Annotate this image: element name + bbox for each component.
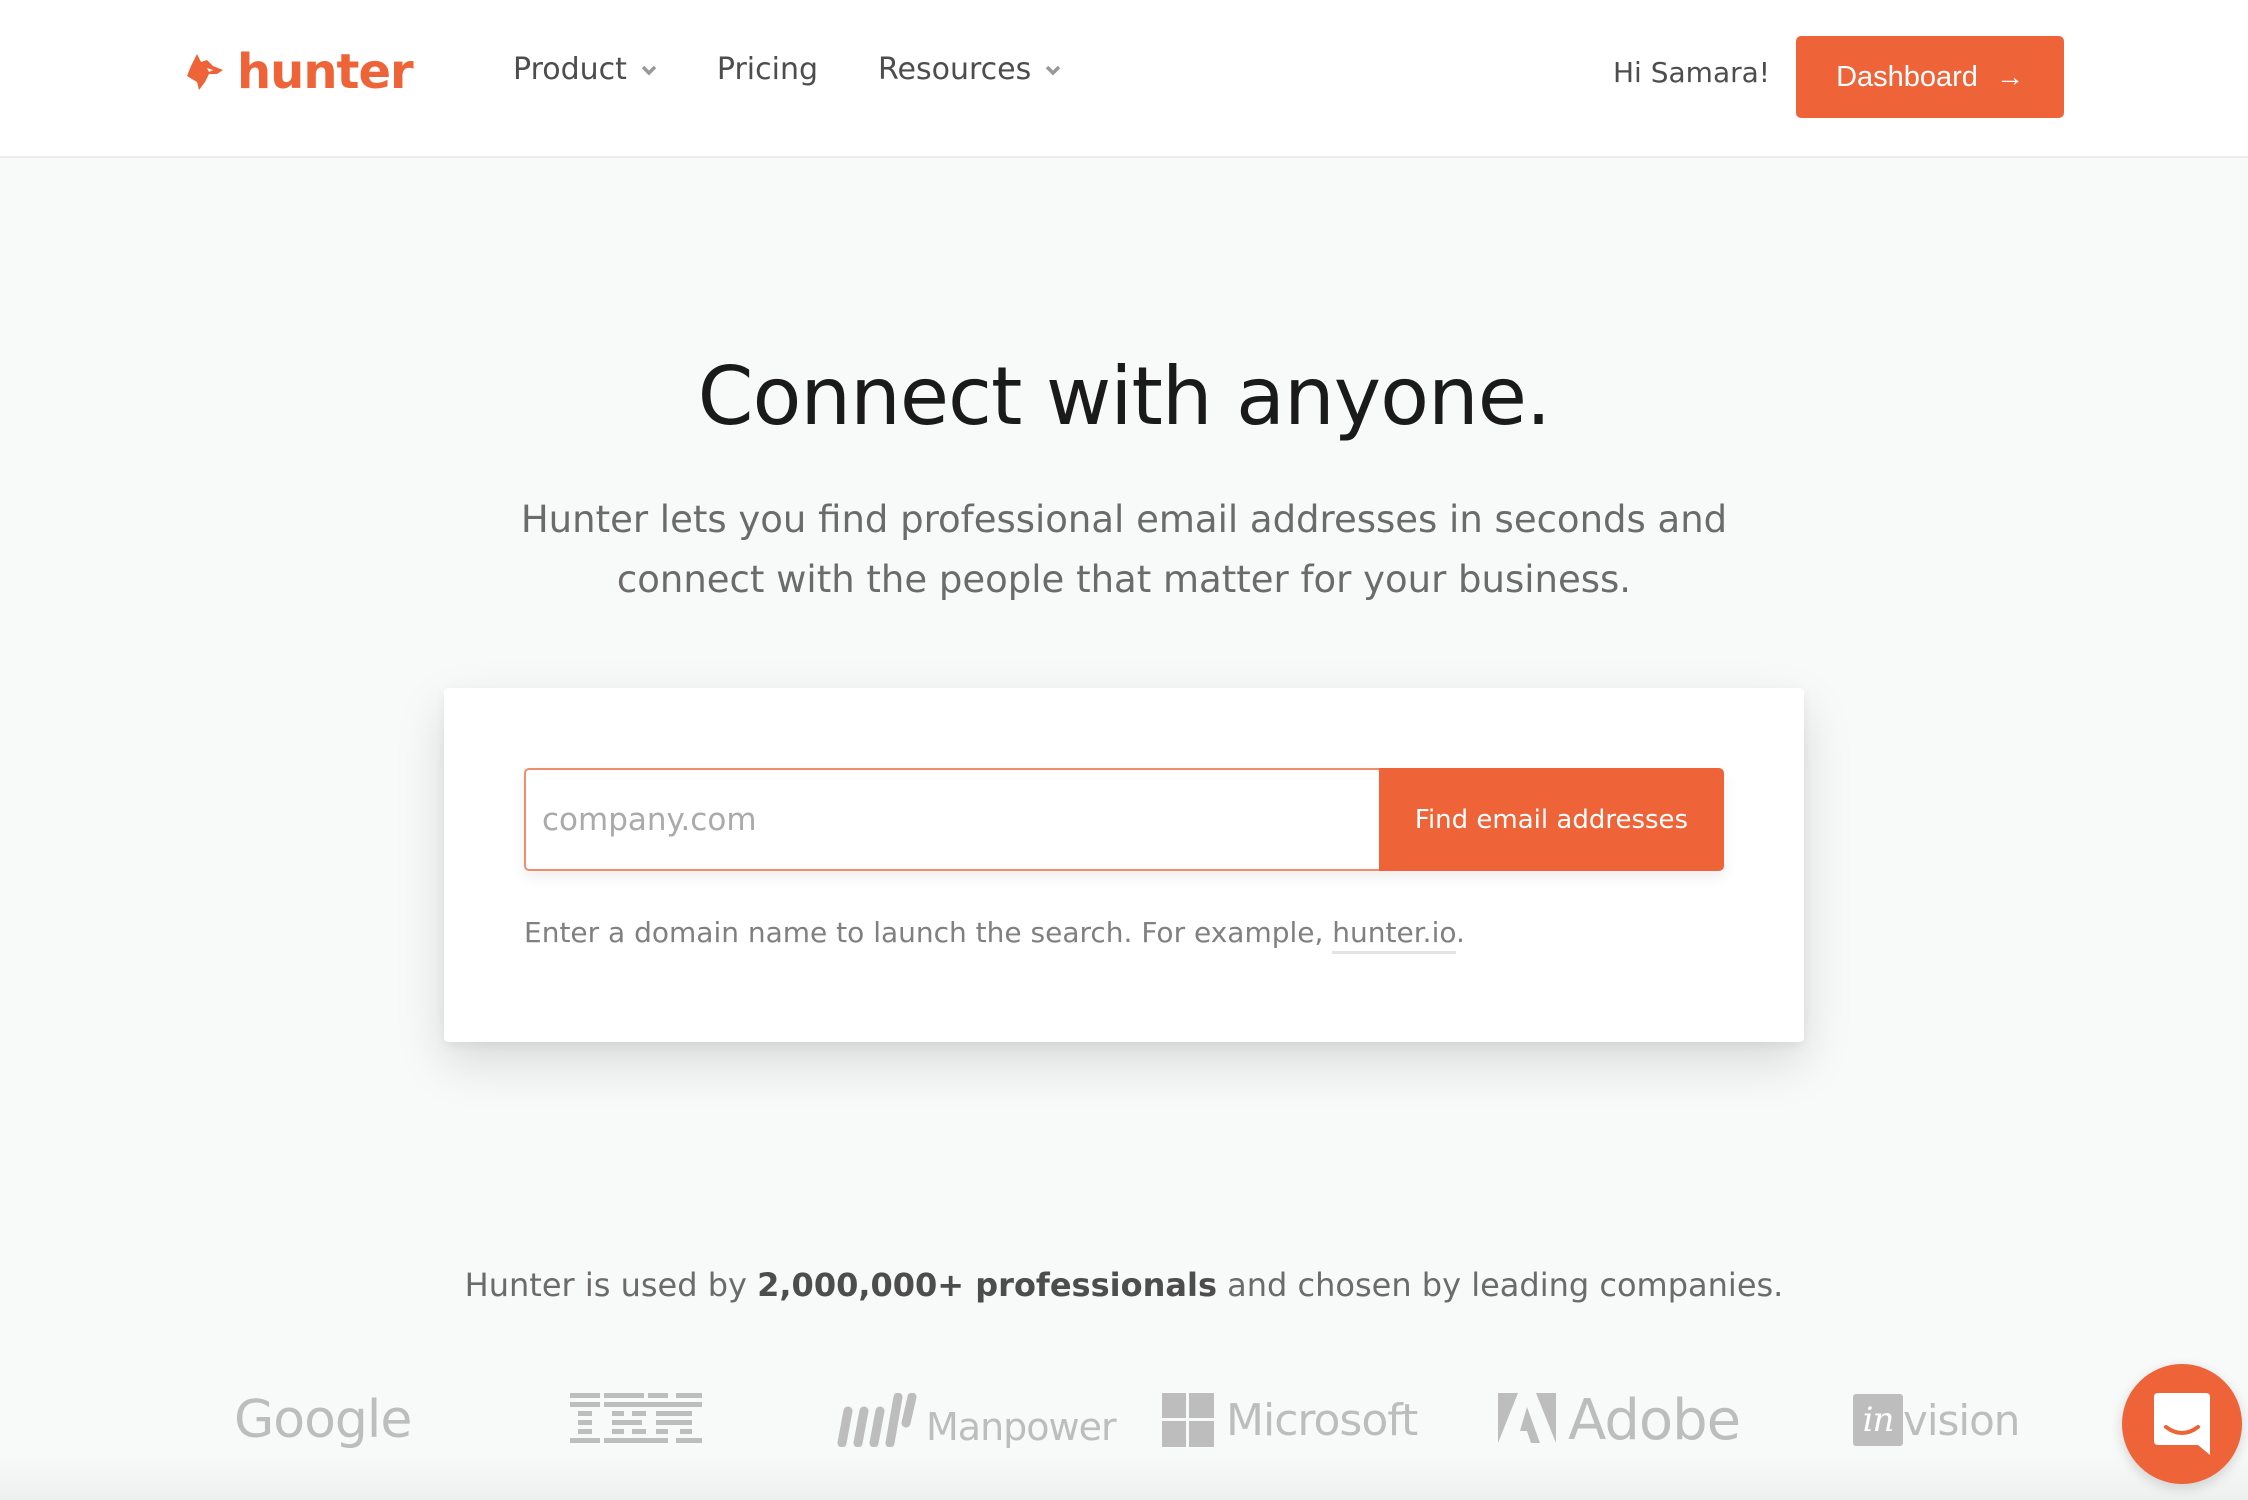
trust-prefix: Hunter is used by: [464, 1266, 758, 1304]
nav-links: Product Pricing Resources: [513, 52, 1121, 87]
search-hint: Enter a domain name to launch the search…: [524, 916, 1465, 954]
nav-pricing[interactable]: Pricing: [717, 52, 818, 87]
chevron-down-icon: [1046, 65, 1061, 75]
dashboard-label: Dashboard: [1836, 60, 1978, 93]
microsoft-logo: Microsoft: [1162, 1385, 1418, 1455]
company-logos: Google Manpower Microsoft Adobe in visio…: [0, 1385, 2248, 1455]
google-logo: Google: [234, 1385, 412, 1455]
example-domain-link[interactable]: hunter.io: [1332, 916, 1456, 954]
manpower-logo-text: Manpower: [926, 1405, 1117, 1449]
trust-statement: Hunter is used by 2,000,000+ professiona…: [0, 1266, 2248, 1304]
invision-logo-text: vision: [1903, 1395, 2020, 1445]
manpower-logo: Manpower: [830, 1385, 1117, 1455]
hero-subtitle-line2: connect with the people that matter for …: [616, 558, 1632, 601]
ibm-mark-icon: [570, 1393, 702, 1443]
nav-product[interactable]: Product: [513, 52, 657, 87]
chevron-down-icon: [641, 65, 657, 75]
adobe-mark-icon: [1498, 1393, 1556, 1443]
user-greeting: Hi Samara!: [1613, 56, 1770, 89]
manpower-mark-icon: [837, 1393, 917, 1447]
adobe-logo: Adobe: [1498, 1385, 1741, 1455]
chat-launcher-button[interactable]: [2122, 1364, 2242, 1484]
ibm-logo: [570, 1385, 702, 1455]
domain-search-input[interactable]: [524, 768, 1379, 871]
domain-search-card: Find email addresses Enter a domain name…: [444, 688, 1804, 1042]
trust-suffix: and chosen by leading companies.: [1216, 1266, 1784, 1304]
nav-product-label: Product: [513, 52, 627, 87]
arrow-right-icon: →: [1995, 61, 2024, 92]
top-navbar: hunter Product Pricing Resources Hi Sama…: [0, 0, 2248, 158]
brand-name: hunter: [237, 44, 414, 100]
section-divider: [0, 1455, 2248, 1500]
trust-highlight: 2,000,000+ professionals: [757, 1266, 1217, 1304]
microsoft-mark-icon: [1162, 1393, 1214, 1447]
hunter-logo[interactable]: hunter: [183, 44, 414, 100]
chat-icon: [2154, 1393, 2210, 1455]
google-logo-text: Google: [234, 1390, 412, 1450]
adobe-logo-text: Adobe: [1568, 1387, 1741, 1453]
microsoft-logo-text: Microsoft: [1226, 1394, 1418, 1446]
hero-title: Connect with anyone.: [697, 350, 1552, 443]
nav-pricing-label: Pricing: [716, 52, 819, 87]
nav-resources[interactable]: Resources: [878, 52, 1061, 87]
invision-mark-icon: in: [1853, 1394, 1903, 1446]
hint-suffix: .: [1456, 916, 1465, 949]
dashboard-button[interactable]: Dashboard →: [1796, 36, 2064, 118]
fox-icon: [187, 54, 223, 90]
hint-text: Enter a domain name to launch the search…: [524, 916, 1333, 949]
hero-subtitle: Hunter lets you find professional email …: [0, 490, 2248, 610]
search-form: Find email addresses: [524, 768, 1724, 871]
find-email-addresses-button[interactable]: Find email addresses: [1379, 768, 1724, 871]
nav-resources-label: Resources: [878, 52, 1032, 87]
hero-subtitle-line1: Hunter lets you find professional email …: [520, 498, 1728, 541]
invision-logo: in vision: [1853, 1385, 2020, 1455]
